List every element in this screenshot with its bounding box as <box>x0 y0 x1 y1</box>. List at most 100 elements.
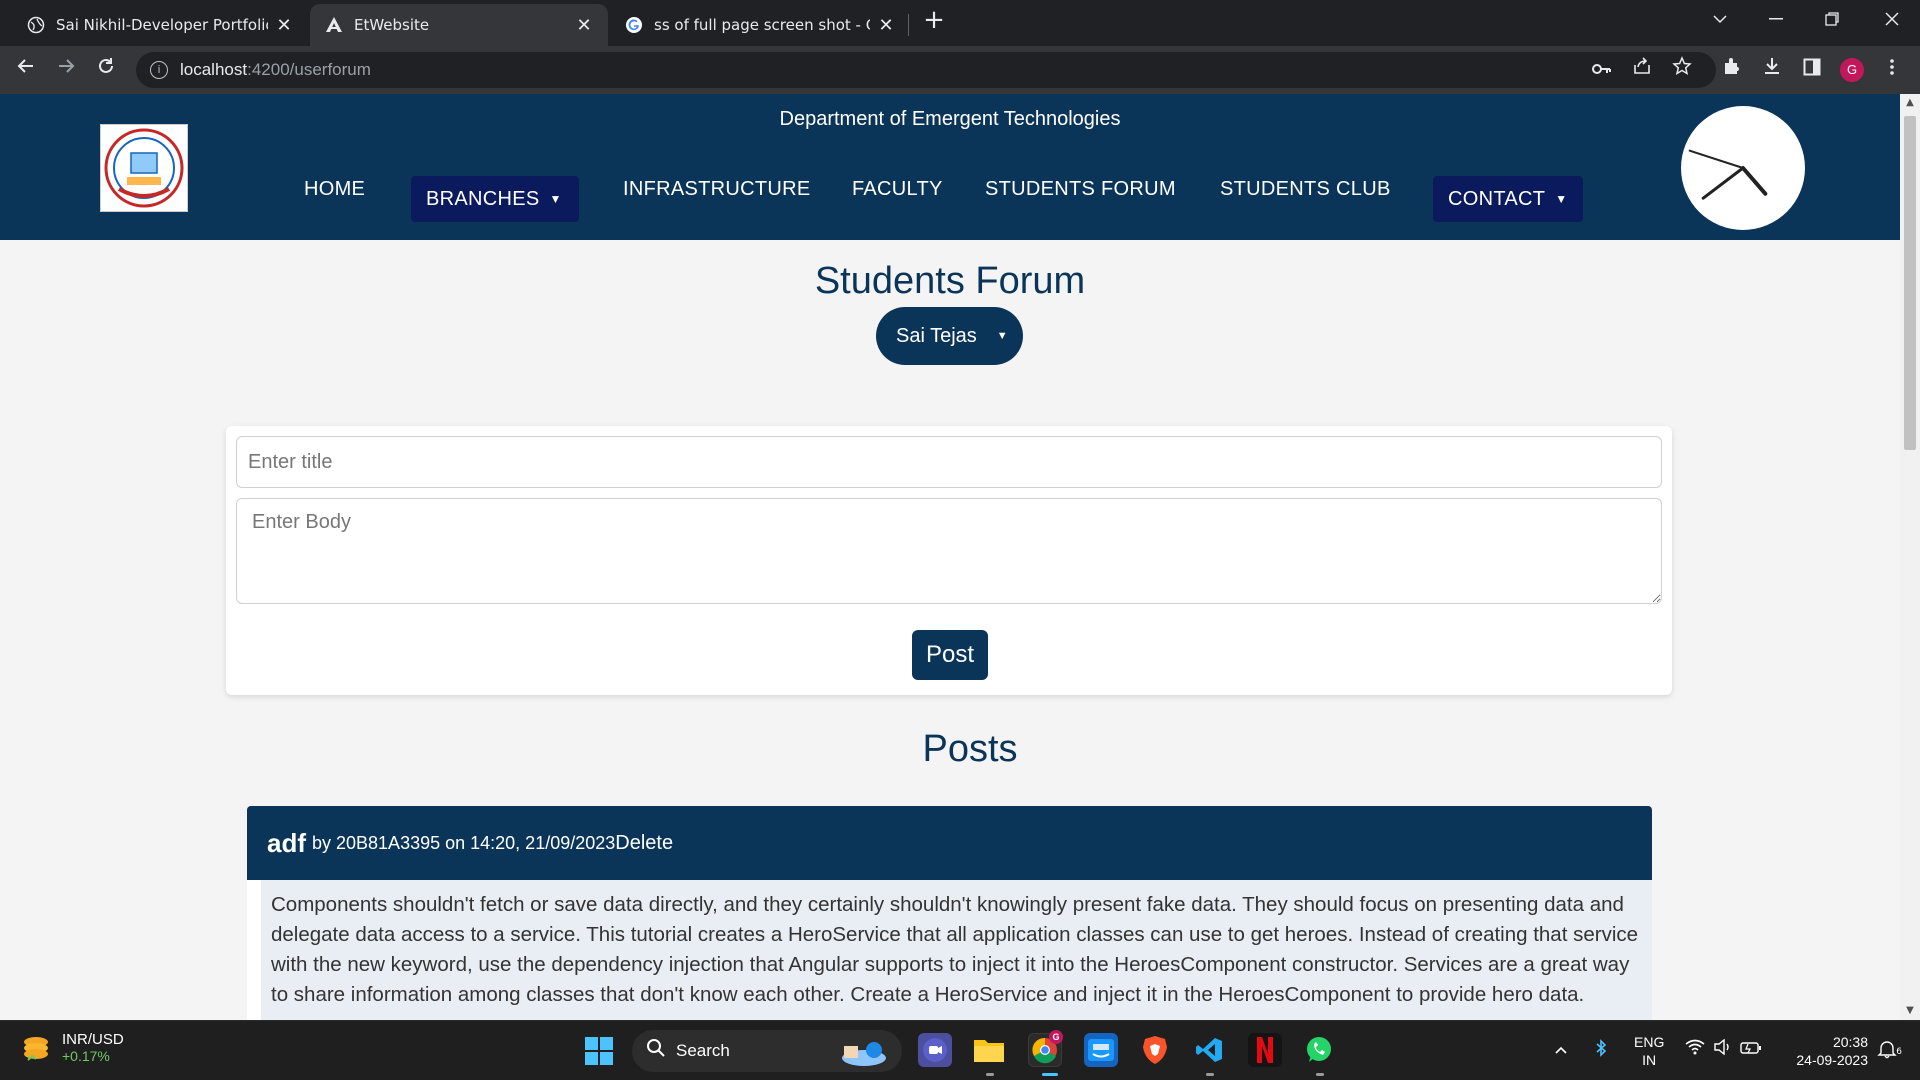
taskbar-search[interactable]: Search <box>632 1030 902 1072</box>
tab-google-search[interactable]: ss of full page screen shot - Goo ✕ <box>610 4 910 46</box>
close-icon[interactable]: ✕ <box>574 15 594 36</box>
tab-etwebsite[interactable]: EtWebsite ✕ <box>310 4 608 46</box>
post-body-input[interactable] <box>236 498 1662 604</box>
windows-start-icon[interactable] <box>584 1036 614 1066</box>
language-code: ENG <box>1634 1034 1665 1050</box>
wifi-icon[interactable] <box>1684 1039 1706 1061</box>
tab-title: Sai Nikhil-Developer Portfolio <box>56 16 268 34</box>
globe-icon <box>26 15 46 35</box>
chrome-profile-badge: G <box>1049 1030 1063 1044</box>
clock-second-hand <box>1688 149 1744 169</box>
analog-clock <box>1681 106 1805 230</box>
vscode-icon[interactable] <box>1192 1033 1226 1067</box>
file-explorer-icon[interactable] <box>972 1033 1006 1067</box>
chrome-icon[interactable]: G <box>1028 1030 1063 1067</box>
system-clock[interactable]: 20:38 24-09-2023 <box>1784 1033 1868 1069</box>
post-meta: by 20B81A3395 on 14:20, 21/09/2023 <box>312 832 616 853</box>
brave-icon[interactable] <box>1138 1033 1172 1067</box>
page-scrollbar[interactable]: ▲ ▼ <box>1900 94 1920 1020</box>
nav-contact-label: CONTACT <box>1448 187 1546 210</box>
nav-home[interactable]: HOME <box>304 178 365 201</box>
nav-branches-label: BRANCHES <box>426 187 540 210</box>
system-date: 24-09-2023 <box>1796 1052 1868 1068</box>
app-active-indicator <box>1042 1073 1058 1076</box>
delete-button[interactable]: Delete <box>615 832 673 855</box>
nav-branches-dropdown[interactable]: BRANCHES ▼ <box>411 176 579 222</box>
post-title: adf <box>267 827 306 858</box>
key-icon[interactable] <box>1588 56 1616 84</box>
site-header: Department of Emergent Technologies HOME… <box>0 94 1900 240</box>
new-tab-button[interactable]: + <box>920 6 948 34</box>
college-logo[interactable] <box>100 124 188 212</box>
scrollbar-thumb[interactable] <box>1904 116 1916 450</box>
teams-icon[interactable] <box>918 1033 952 1067</box>
download-icon[interactable] <box>1758 56 1786 84</box>
google-icon <box>624 15 644 35</box>
search-icon <box>646 1038 666 1064</box>
user-dropdown[interactable]: Sai Tejas ▼ <box>876 307 1023 365</box>
scroll-up-icon[interactable]: ▲ <box>1900 94 1920 112</box>
app-running-indicator <box>1206 1073 1214 1076</box>
tab-portfolio[interactable]: Sai Nikhil-Developer Portfolio ✕ <box>12 4 308 46</box>
browser-toolbar: i localhost:4200/userforum G <box>0 46 1920 94</box>
user-name: Sai Tejas <box>896 324 977 347</box>
reload-button[interactable] <box>92 56 120 84</box>
caret-down-icon: ▼ <box>549 192 562 206</box>
post-title-input[interactable] <box>236 436 1662 488</box>
nav-contact-dropdown[interactable]: CONTACT ▼ <box>1433 176 1583 222</box>
post-card: adf by 20B81A3395 on 14:20, 21/09/2023 D… <box>247 806 1652 1020</box>
info-icon[interactable]: i <box>150 61 168 79</box>
show-hidden-icons-chevron-icon[interactable] <box>1550 1039 1572 1061</box>
tab-title: EtWebsite <box>354 16 430 34</box>
address-bar[interactable]: i localhost:4200/userforum <box>136 52 1716 88</box>
bookmark-star-icon[interactable] <box>1668 56 1696 84</box>
bluetooth-icon[interactable] <box>1590 1039 1612 1061</box>
profile-avatar[interactable]: G <box>1840 58 1864 82</box>
app-running-indicator <box>986 1073 994 1076</box>
tab-title: ss of full page screen shot - Goo <box>654 16 870 34</box>
menu-kebab-icon[interactable] <box>1878 56 1906 84</box>
clock-minute-hand <box>1701 166 1745 200</box>
close-icon[interactable]: ✕ <box>876 15 896 36</box>
web-page: Department of Emergent Technologies HOME… <box>0 94 1900 1020</box>
whatsapp-icon[interactable] <box>1302 1033 1336 1067</box>
caret-down-icon: ▼ <box>1555 192 1568 206</box>
netflix-icon[interactable] <box>1248 1033 1282 1067</box>
department-title: Department of Emergent Technologies <box>779 108 1121 130</box>
battery-icon[interactable] <box>1740 1039 1762 1061</box>
stock-pair: INR/USD <box>62 1031 124 1048</box>
close-window-button[interactable] <box>1864 0 1920 38</box>
notifications-icon[interactable]: 6 <box>1876 1039 1902 1061</box>
restore-button[interactable] <box>1804 0 1860 38</box>
search-highlight-icon <box>842 1042 886 1066</box>
clock-hour-hand <box>1741 166 1768 196</box>
nav-faculty[interactable]: FACULTY <box>852 178 943 201</box>
angular-icon <box>324 15 344 35</box>
system-time: 20:38 <box>1832 1034 1868 1050</box>
post-button[interactable]: Post <box>912 630 988 680</box>
back-button[interactable] <box>12 56 40 84</box>
tab-search-chevron-icon[interactable] <box>1692 0 1748 38</box>
extensions-icon[interactable] <box>1718 56 1746 84</box>
nav-students-forum[interactable]: STUDENTS FORUM <box>985 178 1176 201</box>
close-icon[interactable]: ✕ <box>274 15 294 36</box>
stocks-widget[interactable]: INR/USD +0.17% <box>20 1031 124 1064</box>
nav-students-club[interactable]: STUDENTS CLUB <box>1220 178 1391 201</box>
page-title: Students Forum <box>814 260 1086 302</box>
forward-button[interactable] <box>52 56 80 84</box>
side-panel-icon[interactable] <box>1798 56 1826 84</box>
stock-change: +0.17% <box>62 1048 110 1064</box>
tab-separator <box>908 14 909 36</box>
nav-infrastructure[interactable]: INFRASTRUCTURE <box>623 178 811 201</box>
prime-video-icon[interactable] <box>1084 1033 1118 1067</box>
scroll-down-icon[interactable]: ▼ <box>1900 1002 1920 1020</box>
posts-heading: Posts <box>922 728 1018 770</box>
app-running-indicator <box>1316 1073 1324 1076</box>
share-icon[interactable] <box>1628 56 1656 84</box>
minimize-button[interactable] <box>1748 0 1804 38</box>
language-indicator[interactable]: ENG IN <box>1634 1033 1664 1069</box>
post-header: adf by 20B81A3395 on 14:20, 21/09/2023 D… <box>247 806 1652 880</box>
caret-down-icon: ▼ <box>996 330 1008 342</box>
browser-tab-strip: Sai Nikhil-Developer Portfolio ✕ EtWebsi… <box>0 0 1920 46</box>
volume-icon[interactable] <box>1712 1038 1734 1061</box>
